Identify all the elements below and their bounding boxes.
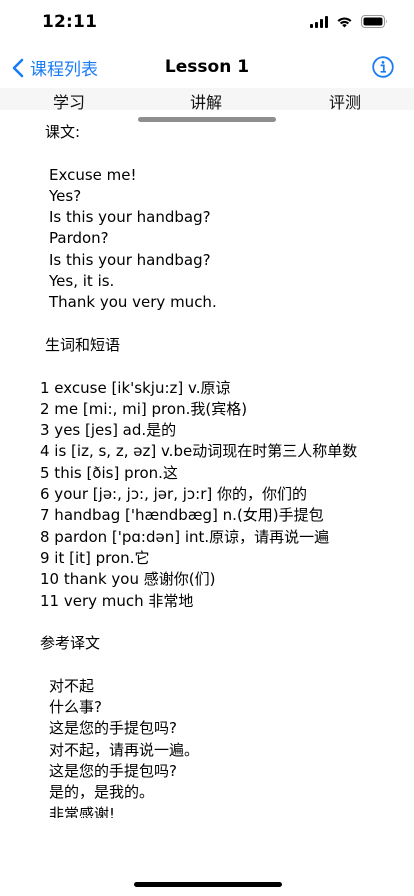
text-line: Pardon?: [49, 229, 109, 248]
translation-line: 什么事?: [49, 698, 102, 717]
status-bar: 12:11: [0, 0, 414, 44]
chevron-left-icon: [12, 58, 24, 77]
translation-line: 这是您的手提包吗?: [49, 719, 177, 738]
text-line: Thank you very much.: [49, 293, 217, 312]
vocab-line: 11 very much 非常地: [40, 591, 194, 610]
vocab-line: 2 me [mi:, mi] pron.我(宾格): [40, 399, 248, 418]
cellular-signal-icon: [310, 15, 328, 28]
translation-line: 非常感谢!: [49, 804, 116, 819]
status-icons: [310, 15, 388, 28]
vocab-line: 9 it [it] pron.它: [40, 548, 150, 567]
vocab-line: 1 excuse [ik'skju:z] v.原谅: [40, 378, 231, 397]
battery-icon: [361, 15, 388, 28]
translation-line: 对不起: [49, 676, 95, 695]
vocab-line: 8 pardon ['pɑ:dən] int.原谅，请再说一遍: [40, 527, 330, 546]
wifi-icon: [336, 16, 353, 28]
translation-heading: 参考译文: [40, 634, 101, 653]
text-heading: 课文:: [45, 123, 81, 141]
back-button[interactable]: 课程列表: [12, 55, 98, 80]
info-icon: [372, 56, 394, 78]
translation-line: 对不起，请再说一遍。: [49, 740, 200, 759]
text-line: Excuse me!: [49, 165, 137, 184]
text-line: Is this your handbag?: [49, 250, 211, 269]
back-button-label: 课程列表: [30, 60, 98, 80]
text-line: Is this your handbag?: [49, 208, 211, 227]
navigation-bar: 课程列表 Lesson 1: [0, 44, 414, 90]
tab-study[interactable]: 学习: [53, 89, 85, 113]
text-line: Yes?: [49, 186, 82, 205]
vocab-line: 10 thank you 感谢你(们): [40, 570, 216, 589]
tab-explanation[interactable]: 讲解: [190, 89, 222, 113]
status-time: 12:11: [42, 12, 98, 32]
home-indicator[interactable]: [134, 882, 282, 887]
vocab-line: 5 this [ðis] pron.这: [40, 463, 178, 482]
lesson-content[interactable]: 课文: Excuse me! Yes? Is this your handbag…: [40, 122, 400, 818]
vocab-line: 4 is [iz, s, z, əz] v.be动词现在时第三人称单数: [40, 442, 358, 461]
tab-evaluation[interactable]: 评测: [329, 89, 361, 113]
vocab-line: 7 handbag ['hændbæg] n.(女用)手提包: [40, 506, 324, 525]
vocab-heading: 生词和短语: [45, 335, 121, 354]
vocab-line: 3 yes [jes] ad.是的: [40, 421, 177, 440]
info-button[interactable]: [372, 56, 394, 78]
translation-line: 这是您的手提包吗?: [49, 761, 177, 780]
tab-bar: 学习 讲解 评测: [0, 88, 414, 113]
vocab-line: 6 your [jə:, jɔ:, jər, jɔ:r] 你的，你们的: [40, 485, 307, 504]
translation-line: 是的，是我的。: [49, 783, 155, 802]
text-line: Yes, it is.: [49, 272, 115, 291]
